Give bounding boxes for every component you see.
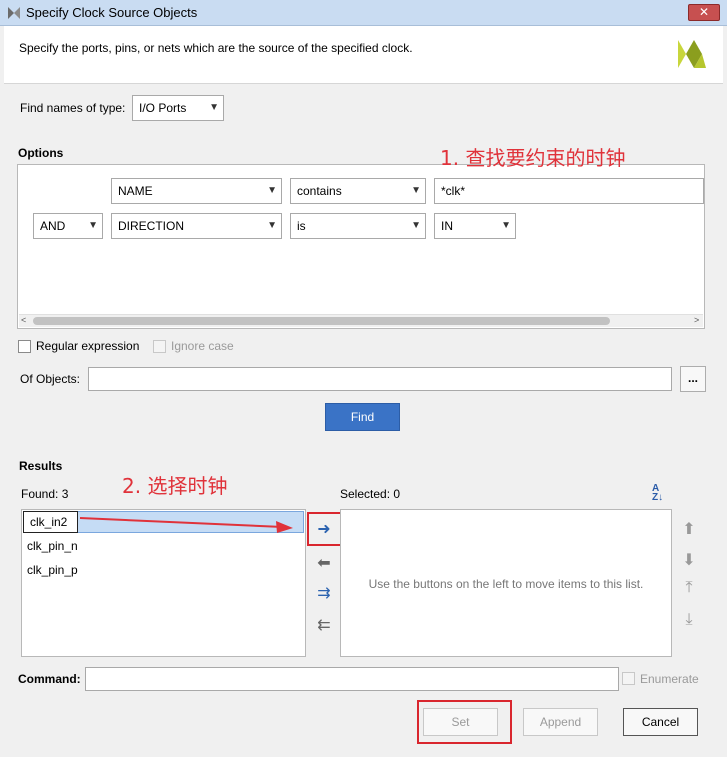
annotation-step2: 2. 选择时钟 xyxy=(122,474,228,498)
option-row2-value-select[interactable]: IN ▼ xyxy=(434,213,516,239)
window-title: Specify Clock Source Objects xyxy=(26,5,198,20)
enumerate-label: Enumerate xyxy=(640,672,699,686)
cancel-button[interactable]: Cancel xyxy=(623,708,698,736)
command-label: Command: xyxy=(18,672,81,686)
list-item[interactable]: clk_pin_p xyxy=(27,563,78,577)
move-left-icon[interactable]: ⬅ xyxy=(313,553,335,573)
option-row2-field[interactable]: DIRECTION ▼ xyxy=(111,213,282,239)
selected-hint: Use the buttons on the left to move item… xyxy=(368,577,644,591)
chevron-down-icon: ▼ xyxy=(267,185,277,196)
find-type-label: Find names of type: xyxy=(20,101,126,115)
chevron-down-icon: ▼ xyxy=(411,185,421,196)
move-all-left-icon[interactable]: ⇇ xyxy=(313,615,335,635)
find-type-select[interactable]: I/O Ports ▼ xyxy=(132,95,224,121)
option-row2-field-value: DIRECTION xyxy=(118,219,184,233)
list-item[interactable]: clk_in2 xyxy=(23,511,78,533)
move-to-top-icon[interactable]: ⤒ xyxy=(680,579,698,597)
option-row1-operator[interactable]: contains ▼ xyxy=(290,178,426,204)
append-button[interactable]: Append xyxy=(523,708,598,736)
options-label: Options xyxy=(18,146,64,160)
dialog-header: Specify the ports, pins, or nets which a… xyxy=(4,26,723,84)
scroll-right-icon[interactable]: > xyxy=(694,315,699,325)
move-right-icon[interactable]: ➜ xyxy=(313,519,335,539)
chevron-down-icon: ▼ xyxy=(267,220,277,231)
find-button[interactable]: Find xyxy=(325,403,400,431)
close-button[interactable]: ✕ xyxy=(688,4,720,21)
regex-label[interactable]: Regular expression xyxy=(36,339,139,353)
option-row2-conjunction-value: AND xyxy=(40,219,66,233)
option-row1-field[interactable]: NAME ▼ xyxy=(111,178,282,204)
options-scroll-thumb[interactable] xyxy=(33,317,610,325)
of-objects-browse-button[interactable]: ... xyxy=(680,366,706,392)
option-row2-value: IN xyxy=(441,219,453,233)
option-row1-operator-value: contains xyxy=(297,184,342,198)
of-objects-input[interactable] xyxy=(88,367,672,391)
find-type-value: I/O Ports xyxy=(139,101,187,115)
ignore-case-checkbox[interactable] xyxy=(153,340,166,353)
app-logo-icon xyxy=(8,7,20,19)
command-input[interactable] xyxy=(85,667,619,691)
move-to-bottom-icon[interactable]: ⤓ xyxy=(680,611,698,629)
found-count: Found: 3 xyxy=(21,487,69,501)
chevron-down-icon: ▼ xyxy=(411,220,421,231)
move-up-icon[interactable]: ⬆ xyxy=(680,519,698,539)
of-objects-label: Of Objects: xyxy=(20,372,81,386)
chevron-down-icon: ▼ xyxy=(209,102,219,113)
annotation-step1: 1. 查找要约束的时钟 xyxy=(440,146,626,170)
header-description: Specify the ports, pins, or nets which a… xyxy=(19,41,413,55)
option-row2-operator[interactable]: is ▼ xyxy=(290,213,426,239)
sort-az-icon[interactable]: A Z↓ xyxy=(652,484,663,503)
move-all-right-icon[interactable]: ⇉ xyxy=(313,583,335,603)
ignore-case-label: Ignore case xyxy=(171,339,234,353)
list-item[interactable]: clk_pin_n xyxy=(27,539,78,553)
regex-checkbox[interactable] xyxy=(18,340,31,353)
option-row1-field-value: NAME xyxy=(118,184,153,198)
xilinx-logo-icon xyxy=(678,40,706,68)
option-row2-operator-value: is xyxy=(297,219,306,233)
scroll-left-icon[interactable]: < xyxy=(21,315,26,325)
option-row2-conjunction[interactable]: AND ▼ xyxy=(33,213,103,239)
set-button[interactable]: Set xyxy=(423,708,498,736)
enumerate-checkbox[interactable] xyxy=(622,672,635,685)
option-row1-value-input[interactable]: *clk* xyxy=(434,178,704,204)
results-label: Results xyxy=(19,459,63,473)
move-down-icon[interactable]: ⬇ xyxy=(680,550,698,570)
selected-count: Selected: 0 xyxy=(340,487,401,501)
chevron-down-icon: ▼ xyxy=(501,220,511,231)
chevron-down-icon: ▼ xyxy=(88,220,98,231)
annotation-arrow xyxy=(79,517,293,533)
